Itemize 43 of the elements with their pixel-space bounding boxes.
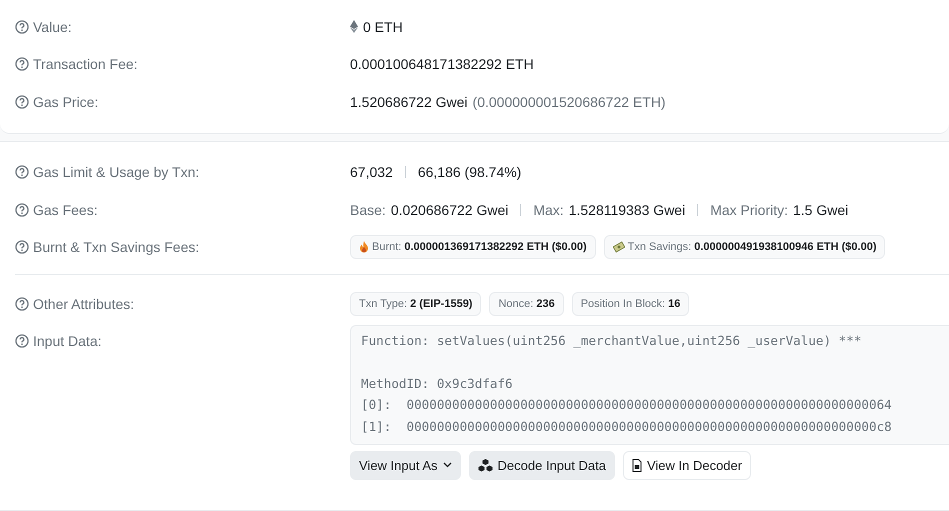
info-badge: Txn Savings: 0.000000491938100946 ETH ($0.00) (604, 235, 886, 260)
field-value: 66,186 (98.74%) (418, 164, 522, 180)
field-label: Gas Price: (33, 94, 98, 110)
field-label: Other Attributes: (33, 296, 134, 312)
field-value: 0.020686722 Gwei (390, 202, 508, 218)
info-badge: Nonce: 236 (489, 292, 564, 316)
value-caption: Max Priority: (710, 202, 788, 218)
decoder-link-button[interactable]: View In Decoder (622, 450, 752, 480)
help-icon (15, 94, 29, 109)
field-label: Value: (33, 18, 72, 35)
field-label: Gas Fees: (33, 202, 98, 218)
field-value: 0 ETH (363, 18, 403, 35)
field-value: 67,032 (350, 164, 393, 180)
field-label: Input Data: (33, 332, 102, 348)
field-value: 1.5 Gwei (793, 202, 848, 218)
field-label: Transaction Fee: (33, 56, 138, 72)
cubes-icon (478, 458, 493, 472)
decode-button[interactable]: Decode Input Data (468, 450, 615, 480)
help-icon (15, 165, 29, 180)
help-icon (15, 57, 29, 72)
value-caption: Base: (350, 202, 386, 218)
field-value: 1.520686722 Gwei (350, 94, 468, 110)
field-value: 0.000100648171382292 ETH (350, 56, 534, 72)
value-note: (0.000000001520686722 ETH) (472, 94, 666, 110)
help-icon (15, 334, 29, 348)
money-icon (612, 241, 625, 254)
field-label: Gas Limit & Usage by Txn: (33, 164, 200, 180)
input-data-box[interactable]: Function: setValues(uint256 _merchantValue,uint256 _userValue) *** MethodID: 0x9c3dfaf6 [0]: 0000000000000000000000000000000000000000000000000000000000000064 [1]: 00000000000000000000000000000000000000000000000000000000000000c8 (350, 324, 949, 444)
help-icon (15, 296, 29, 311)
ethereum-icon (350, 20, 358, 34)
help-icon (15, 202, 29, 217)
info-badge: Burnt: 0.000001369171382292 ETH ($0.00) (350, 235, 596, 260)
field-value: 1.528119383 Gwei (568, 202, 686, 218)
help-icon (15, 20, 29, 34)
field-label: Burnt & Txn Savings Fees: (33, 239, 200, 256)
value-caption: Max: (533, 202, 564, 218)
chevron-down-icon (442, 462, 452, 468)
flame-icon (359, 241, 369, 254)
info-badge: Position In Block: 16 (572, 292, 690, 316)
view-input-dropdown[interactable]: View Input As (350, 450, 461, 480)
help-icon (15, 240, 29, 254)
info-badge: Txn Type: 2 (EIP-1559) (350, 292, 482, 316)
document-icon (632, 458, 642, 472)
